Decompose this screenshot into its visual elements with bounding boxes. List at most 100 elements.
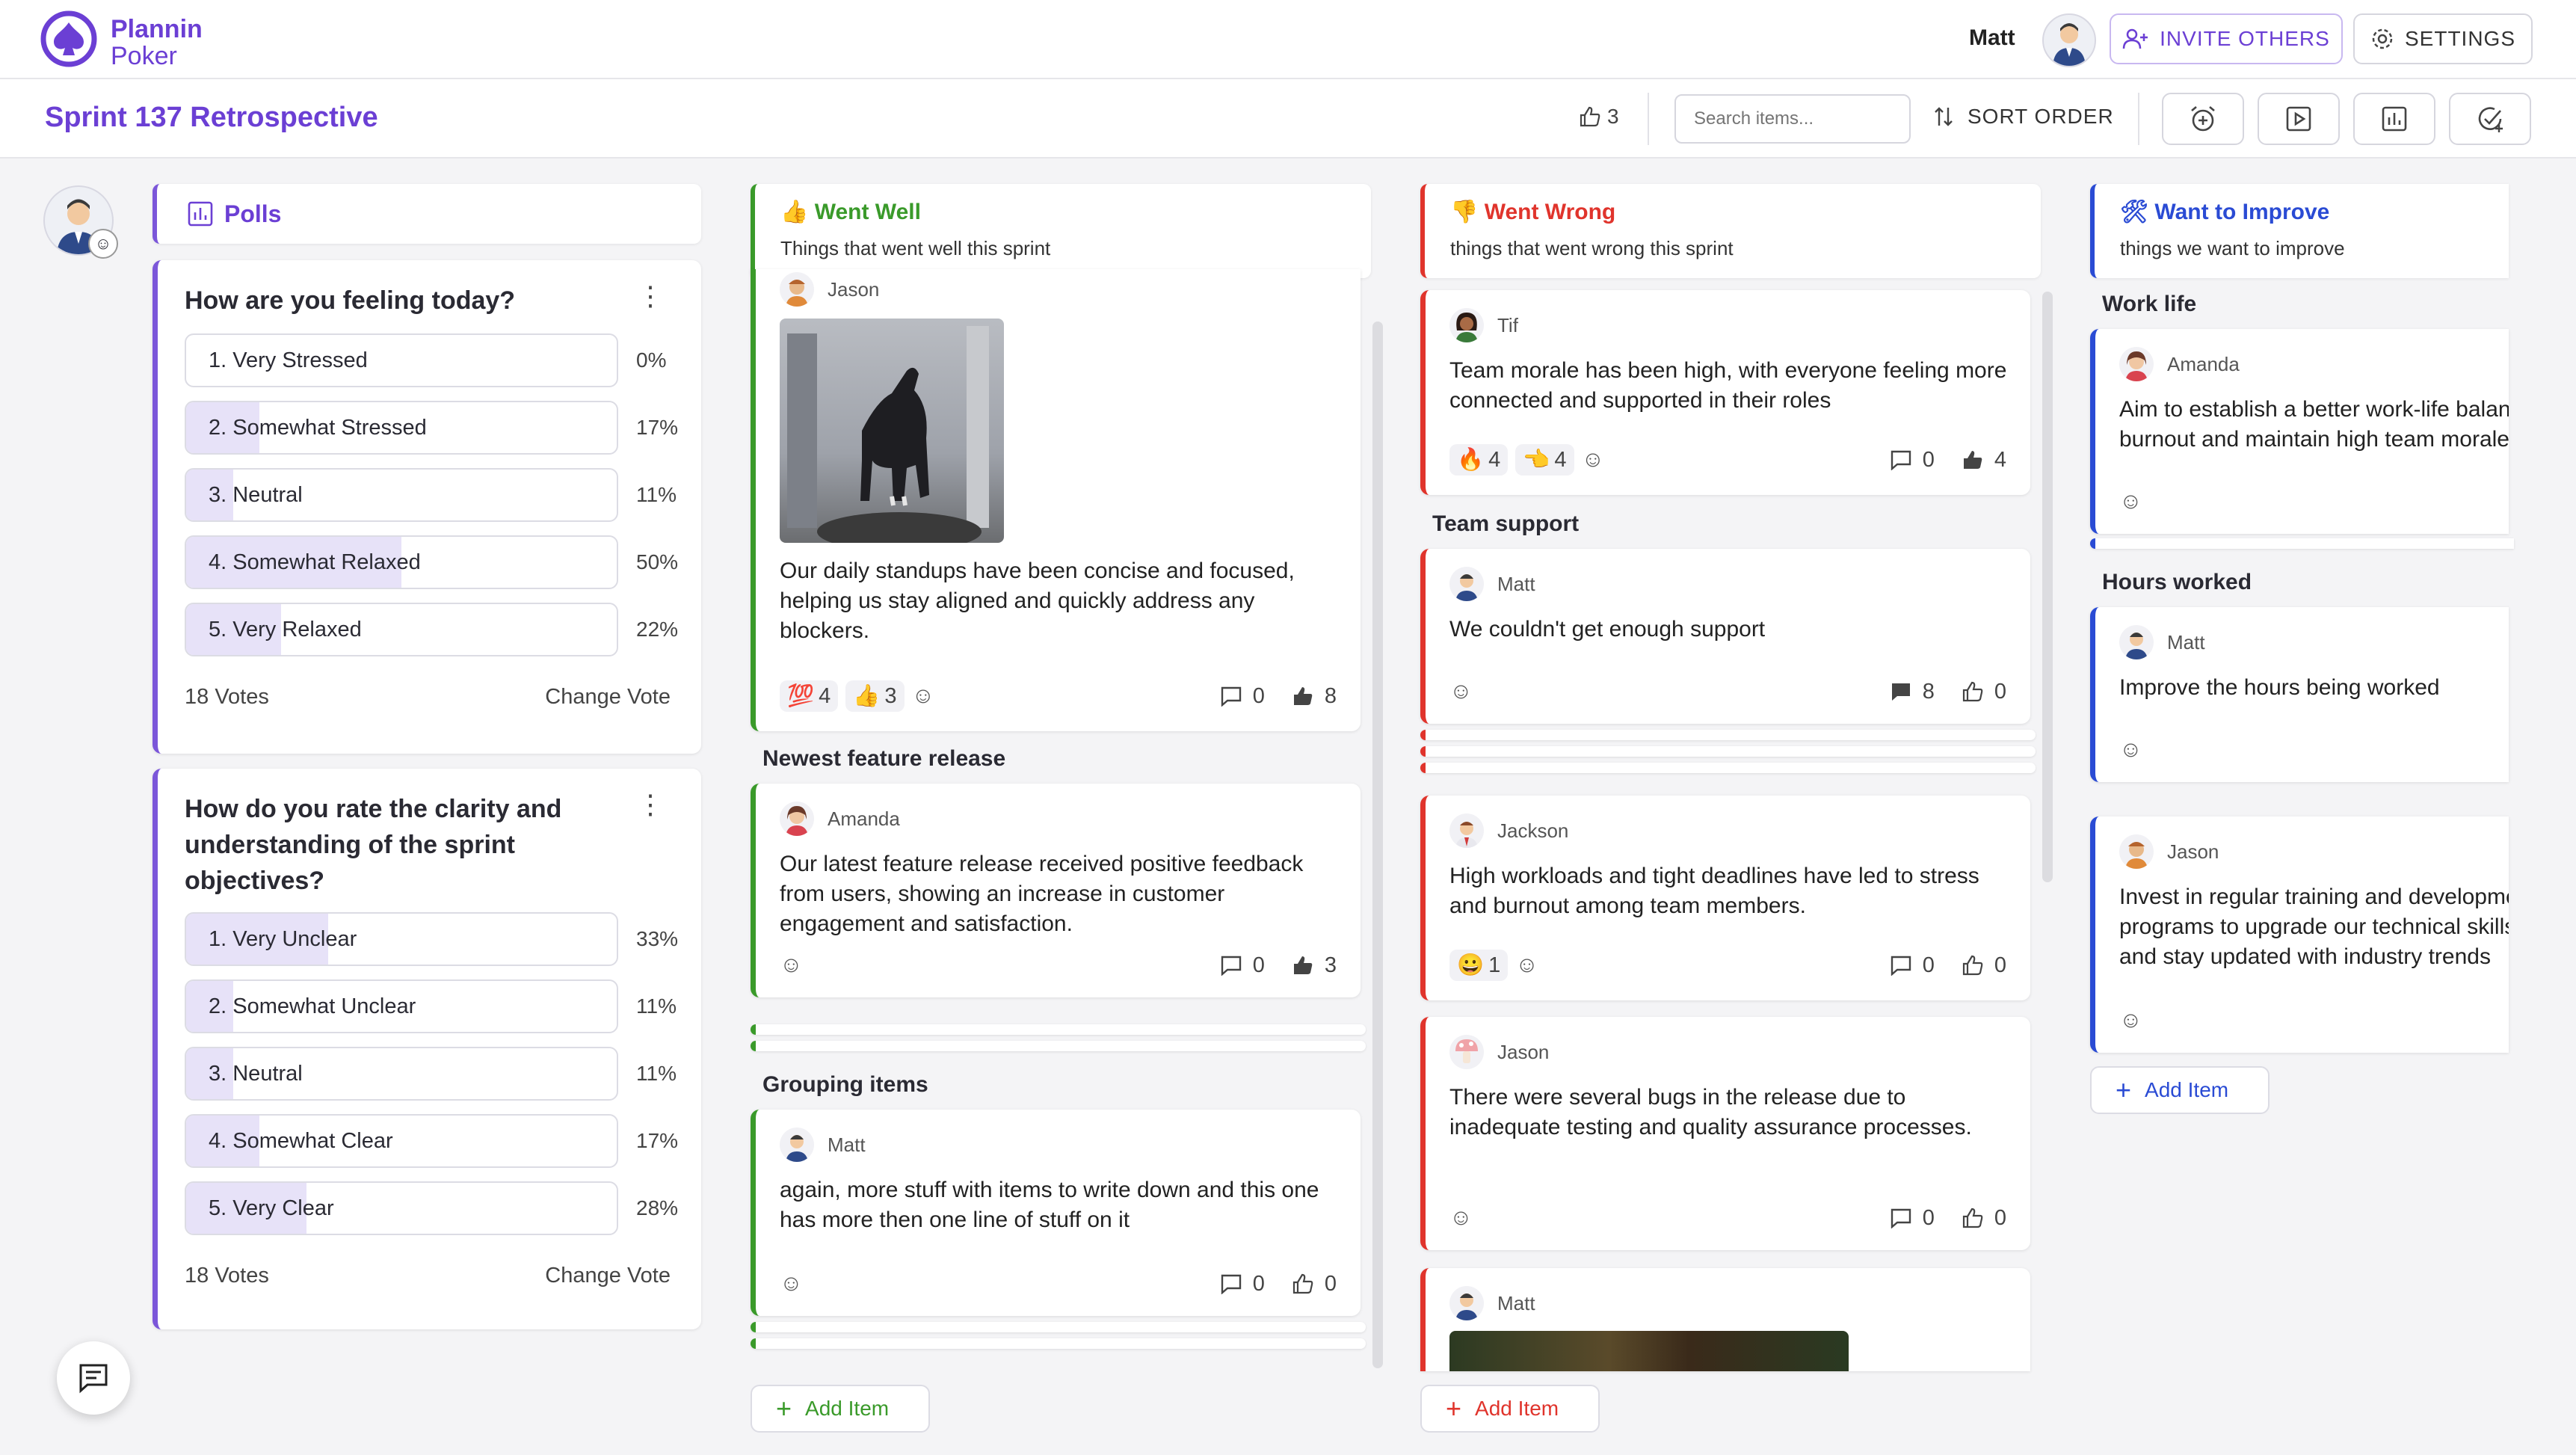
retro-card[interactable]: Tif Team morale has been high, with ever…: [1420, 290, 2030, 495]
stacked-card[interactable]: [2090, 538, 2514, 549]
comment-count: 0: [1922, 953, 1935, 977]
card-footer: 💯 4 👍 3 ☺ 0 8: [780, 680, 1337, 712]
search-input[interactable]: [1674, 94, 1911, 144]
add-reaction-icon[interactable]: ☺: [780, 1271, 803, 1296]
add-reaction-icon[interactable]: ☺: [1449, 679, 1473, 704]
comment-icon[interactable]: [1220, 955, 1242, 976]
check-circle-icon: [2478, 107, 2503, 132]
thumbs-up-icon[interactable]: [1292, 954, 1314, 976]
avatar: [1449, 567, 1484, 601]
board-like-button[interactable]: 3: [1579, 105, 1619, 129]
timer-button[interactable]: [2162, 93, 2244, 145]
plus-icon: +: [1446, 1393, 1462, 1424]
retro-card[interactable]: Matt Improve the hours being worked ☺: [2090, 607, 2509, 782]
stacked-card[interactable]: [751, 1338, 1366, 1349]
add-item-button[interactable]: + Add Item: [1420, 1385, 1600, 1433]
change-vote-link[interactable]: Change Vote: [545, 685, 671, 710]
card-footer: ☺ 0 0: [780, 1271, 1337, 1296]
user-avatar[interactable]: [2042, 13, 2096, 67]
poll-option-label: 1. Very Stressed: [209, 348, 368, 372]
thumbs-up-icon[interactable]: [1292, 685, 1314, 707]
stacked-card[interactable]: [751, 1041, 1366, 1051]
more-options-icon[interactable]: ⋮: [637, 283, 664, 310]
comment-filled-icon[interactable]: [1890, 681, 1912, 702]
thumbs-up-icon[interactable]: [1962, 954, 1984, 976]
thumbs-up-icon[interactable]: [1962, 1207, 1984, 1229]
card-image[interactable]: [780, 319, 1004, 543]
chat-button[interactable]: [57, 1341, 130, 1415]
went-wrong-title: 👎 Went Wrong: [1450, 200, 1616, 224]
reaction-chip[interactable]: 😀 1: [1449, 950, 1509, 981]
card-author: Matt: [2167, 630, 2205, 653]
thumbs-up-icon[interactable]: [1962, 680, 1984, 703]
reaction-count: 4: [1554, 447, 1567, 472]
poll-vote-count: 18 Votes: [185, 685, 269, 709]
poll-option[interactable]: 3. Neutral 11%: [185, 1047, 677, 1101]
thumbs-up-icon[interactable]: [1292, 1273, 1314, 1295]
like-count: 0: [1994, 679, 2006, 704]
add-item-button[interactable]: + Add Item: [2090, 1066, 2270, 1114]
add-reaction-icon[interactable]: ☺: [1515, 953, 1538, 978]
add-reaction-icon[interactable]: ☺: [88, 229, 118, 259]
reaction-chip[interactable]: 💯 4: [780, 680, 839, 712]
avatar: [2119, 834, 2154, 869]
stacked-card[interactable]: [751, 1024, 1366, 1035]
comment-icon[interactable]: [1890, 955, 1912, 976]
poll-option[interactable]: 1. Very Stressed 0%: [185, 333, 676, 387]
comment-icon[interactable]: [1220, 686, 1242, 707]
avatar: [780, 802, 814, 836]
retro-card[interactable]: Matt We couldn't get enough support ☺ 8 …: [1420, 549, 2030, 724]
retro-card[interactable]: Jason Invest in regular training and dev…: [2090, 816, 2509, 1053]
reaction-chip[interactable]: 🔥 4: [1449, 444, 1509, 476]
poll-button[interactable]: [2353, 93, 2435, 145]
stacked-card[interactable]: [1420, 763, 2036, 773]
retro-card[interactable]: Amanda Our latest feature release receiv…: [751, 784, 1361, 997]
poll-option[interactable]: 3. Neutral 11%: [185, 468, 677, 522]
add-reaction-icon[interactable]: ☺: [2119, 1008, 2142, 1033]
add-reaction-icon[interactable]: ☺: [780, 953, 803, 978]
retro-card[interactable]: Matt: [1420, 1268, 2030, 1371]
sort-order-button[interactable]: SORT ORDER: [1933, 105, 2114, 129]
poll-option[interactable]: 2. Somewhat Stressed 17%: [185, 401, 678, 455]
retro-card[interactable]: Matt again, more stuff with items to wri…: [751, 1110, 1361, 1316]
reaction-chip[interactable]: 👈 4: [1515, 444, 1574, 476]
add-item-button[interactable]: + Add Item: [751, 1385, 930, 1433]
comment-icon[interactable]: [1220, 1273, 1242, 1294]
column-scrollbar[interactable]: [2042, 292, 2053, 882]
poll-option[interactable]: 4. Somewhat Relaxed 50%: [185, 535, 678, 589]
invite-others-button[interactable]: INVITE OTHERS: [2110, 13, 2343, 64]
poll-option[interactable]: 5. Very Clear 28%: [185, 1181, 678, 1235]
retro-card[interactable]: Jason Our daily standups have been conci…: [751, 269, 1361, 731]
add-reaction-icon[interactable]: ☺: [912, 683, 935, 709]
reaction-chip[interactable]: 👍 3: [845, 680, 905, 712]
thumbs-up-icon[interactable]: [1962, 449, 1984, 471]
complete-button[interactable]: [2449, 93, 2531, 145]
change-vote-link[interactable]: Change Vote: [545, 1264, 671, 1288]
card-footer: ☺ 0 0: [1449, 1205, 2006, 1231]
poll-option[interactable]: 1. Very Unclear 33%: [185, 912, 679, 966]
poll-option-percent: 33%: [636, 927, 679, 950]
comment-icon[interactable]: [1890, 449, 1912, 470]
poll-option[interactable]: 5. Very Relaxed 22%: [185, 603, 678, 656]
avatar: [780, 272, 814, 307]
present-button[interactable]: [2258, 93, 2340, 145]
add-reaction-icon[interactable]: ☺: [1449, 1205, 1473, 1231]
retro-card[interactable]: Amanda Aim to establish a better work-li…: [2090, 329, 2509, 534]
stacked-card[interactable]: [751, 1322, 1366, 1332]
add-reaction-icon[interactable]: ☺: [1582, 447, 1605, 473]
card-image[interactable]: [1449, 1331, 1849, 1371]
column-scrollbar[interactable]: [1372, 322, 1383, 1368]
settings-button[interactable]: SETTINGS: [2353, 13, 2533, 64]
stacked-card[interactable]: [1420, 746, 2036, 757]
poll-option[interactable]: 2. Somewhat Unclear 11%: [185, 979, 677, 1033]
poll-option[interactable]: 4. Somewhat Clear 17%: [185, 1114, 678, 1168]
logo-icon: [40, 10, 97, 67]
comment-icon[interactable]: [1890, 1208, 1912, 1228]
gear-icon: [2372, 28, 2393, 49]
add-reaction-icon[interactable]: ☺: [2119, 489, 2142, 514]
add-reaction-icon[interactable]: ☺: [2119, 737, 2142, 763]
retro-card[interactable]: Jackson High workloads and tight deadlin…: [1420, 796, 2030, 1000]
stacked-card[interactable]: [1420, 730, 2036, 740]
more-options-icon[interactable]: ⋮: [637, 791, 664, 818]
retro-card[interactable]: Jason There were several bugs in the rel…: [1420, 1017, 2030, 1250]
